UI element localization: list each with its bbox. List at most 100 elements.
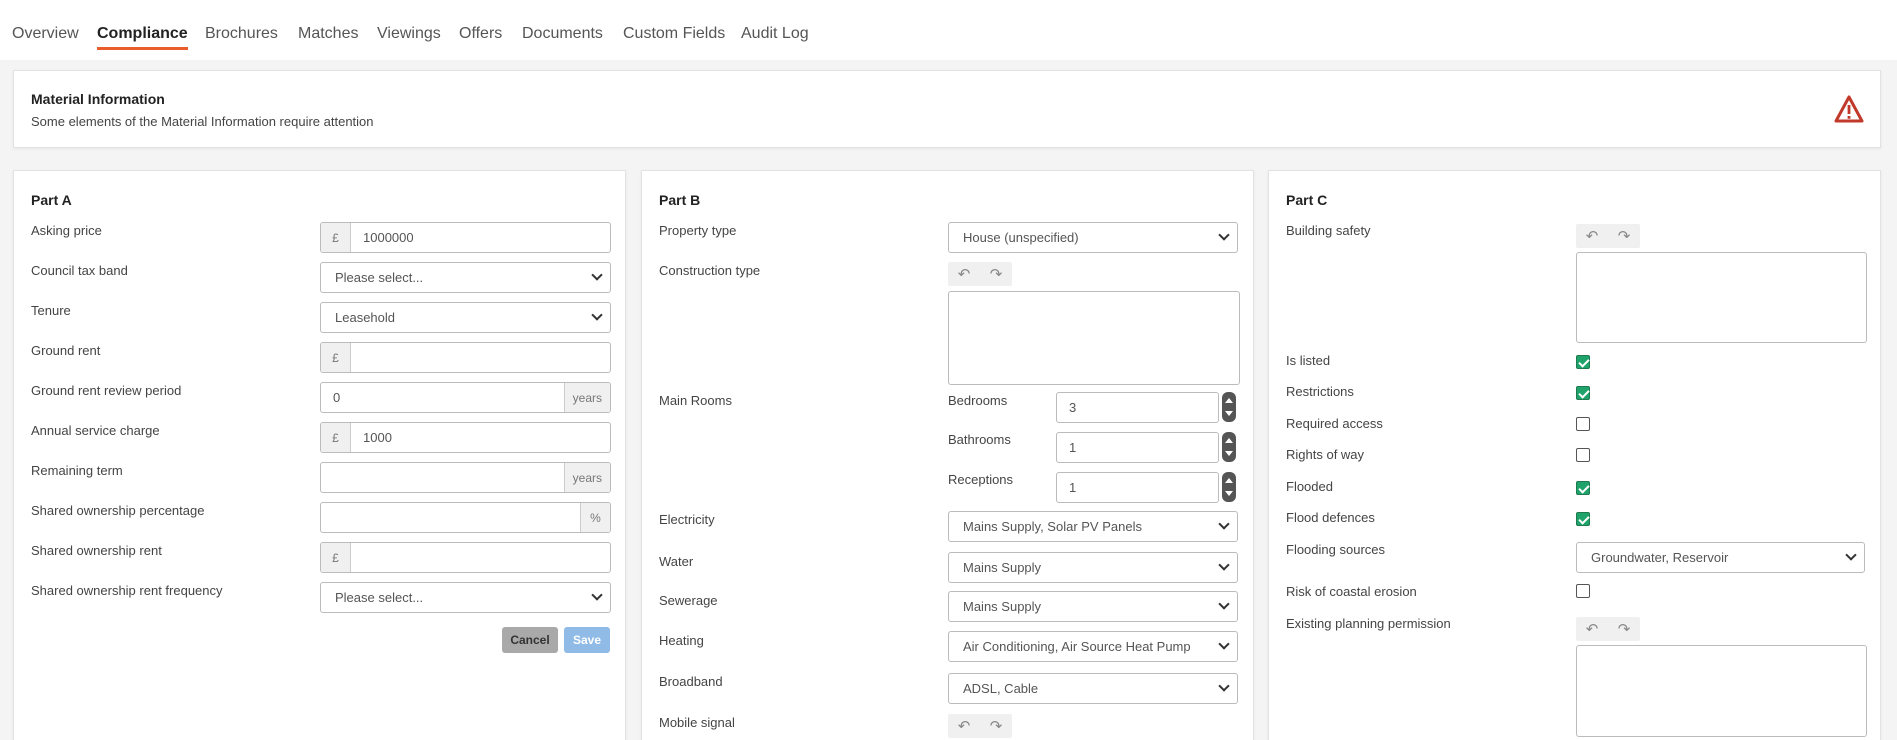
mobile-signal-label: Mobile signal (659, 715, 735, 730)
broadband-select[interactable]: ADSL, Cable (948, 673, 1238, 704)
heating-value: Air Conditioning, Air Source Heat Pump (963, 639, 1191, 654)
chevron-down-icon (1218, 559, 1230, 571)
required-access-checkbox[interactable] (1576, 417, 1590, 431)
existing-planning-permission-label: Existing planning permission (1286, 616, 1451, 631)
shared-ownership-rent-frequency-value: Please select... (335, 590, 424, 605)
existing-planning-permission-textarea[interactable] (1576, 645, 1867, 737)
electricity-select[interactable]: Mains Supply, Solar PV Panels (948, 511, 1238, 542)
undo-icon[interactable]: ↶ (1586, 227, 1599, 245)
warning-triangle-icon (1834, 95, 1864, 123)
shared-ownership-percentage-input[interactable]: % (320, 502, 611, 533)
chevron-down-icon (1218, 229, 1230, 241)
redo-icon[interactable]: ↷ (1618, 227, 1631, 245)
main-rooms-label: Main Rooms (659, 393, 732, 408)
tab-audit-log[interactable]: Audit Log (741, 25, 809, 43)
property-type-select[interactable]: House (unspecified) (948, 222, 1238, 253)
building-safety-textarea[interactable] (1576, 252, 1867, 343)
undo-icon[interactable]: ↶ (958, 265, 971, 283)
building-safety-label: Building safety (1286, 223, 1371, 238)
tab-brochures[interactable]: Brochures (205, 25, 278, 43)
construction-type-textarea[interactable] (948, 291, 1240, 385)
percent-addon: % (580, 503, 610, 532)
redo-icon[interactable]: ↷ (1618, 620, 1631, 638)
ground-rent-review-period-input[interactable]: 0 years (320, 382, 611, 413)
receptions-label: Receptions (948, 472, 1014, 487)
flooding-sources-select[interactable]: Groundwater, Reservoir (1576, 542, 1865, 573)
cancel-button[interactable]: Cancel (502, 627, 558, 653)
material-information-alert: Material Information Some elements of th… (13, 70, 1881, 148)
council-tax-band-value: Please select... (335, 270, 424, 285)
remaining-term-input[interactable]: years (320, 462, 611, 493)
tab-matches[interactable]: Matches (298, 25, 358, 43)
asking-price-value: 1000000 (363, 230, 414, 245)
ground-rent-review-period-label: Ground rent review period (31, 383, 182, 398)
flooding-sources-value: Groundwater, Reservoir (1591, 550, 1729, 565)
years-addon: years (563, 463, 610, 492)
shared-ownership-rent-frequency-select[interactable]: Please select... (320, 582, 611, 613)
water-value: Mains Supply (963, 560, 1042, 575)
tab-custom-fields[interactable]: Custom Fields (623, 25, 725, 43)
required-access-label: Required access (1286, 416, 1383, 431)
rights-of-way-checkbox[interactable] (1576, 448, 1590, 462)
bathrooms-label: Bathrooms (948, 432, 1011, 447)
redo-icon[interactable]: ↷ (990, 717, 1003, 735)
shared-ownership-rent-input[interactable]: £ (320, 542, 611, 573)
restrictions-checkbox[interactable] (1576, 386, 1590, 400)
electricity-label: Electricity (659, 512, 715, 527)
existing-planning-permission-editor-toolbar: ↶ ↷ (1576, 617, 1640, 641)
tenure-value: Leasehold (335, 310, 395, 325)
part-b-title: Part B (659, 192, 701, 208)
heating-select[interactable]: Air Conditioning, Air Source Heat Pump (948, 631, 1238, 662)
flooded-label: Flooded (1286, 479, 1333, 494)
tab-compliance[interactable]: Compliance (97, 25, 188, 50)
electricity-value: Mains Supply, Solar PV Panels (963, 519, 1142, 534)
is-listed-checkbox[interactable] (1576, 355, 1590, 369)
redo-icon[interactable]: ↷ (990, 265, 1003, 283)
broadband-value: ADSL, Cable (963, 681, 1039, 696)
receptions-stepper-icon[interactable] (1222, 472, 1236, 502)
part-a-panel: Part A Asking price £ 1000000 Council ta… (13, 170, 626, 740)
bedrooms-input[interactable]: 3 (1056, 392, 1219, 423)
undo-icon[interactable]: ↶ (958, 717, 971, 735)
ground-rent-label: Ground rent (31, 343, 101, 358)
construction-type-label: Construction type (659, 263, 761, 278)
receptions-input[interactable]: 1 (1056, 472, 1219, 503)
tab-documents[interactable]: Documents (522, 25, 603, 43)
annual-service-charge-value: 1000 (363, 430, 392, 445)
annual-service-charge-input[interactable]: £ 1000 (320, 422, 611, 453)
tenure-select[interactable]: Leasehold (320, 302, 611, 333)
sewerage-label: Sewerage (659, 593, 718, 608)
shared-ownership-rent-label: Shared ownership rent (31, 543, 162, 558)
undo-icon[interactable]: ↶ (1586, 620, 1599, 638)
risk-of-coastal-erosion-label: Risk of coastal erosion (1286, 584, 1417, 599)
tab-viewings[interactable]: Viewings (377, 25, 441, 43)
bedrooms-stepper-icon[interactable] (1222, 392, 1236, 422)
chevron-down-icon (591, 269, 603, 281)
bathrooms-input[interactable]: 1 (1056, 432, 1219, 463)
asking-price-label: Asking price (31, 223, 102, 238)
shared-ownership-percentage-label: Shared ownership percentage (31, 503, 205, 518)
save-button[interactable]: Save (564, 627, 610, 653)
flood-defences-checkbox[interactable] (1576, 512, 1590, 526)
council-tax-band-select[interactable]: Please select... (320, 262, 611, 293)
restrictions-label: Restrictions (1286, 384, 1354, 399)
currency-addon: £ (321, 543, 351, 572)
part-c-panel: Part C Building safety ↶ ↷ Is listed Res… (1268, 170, 1881, 740)
tab-overview[interactable]: Overview (12, 25, 79, 43)
sewerage-select[interactable]: Mains Supply (948, 591, 1238, 622)
annual-service-charge-label: Annual service charge (31, 423, 160, 438)
water-select[interactable]: Mains Supply (948, 552, 1238, 583)
bathrooms-stepper-icon[interactable] (1222, 432, 1236, 462)
part-a-title: Part A (31, 192, 72, 208)
asking-price-input[interactable]: £ 1000000 (320, 222, 611, 253)
tab-offers[interactable]: Offers (459, 25, 502, 43)
risk-of-coastal-erosion-checkbox[interactable] (1576, 584, 1590, 598)
flooded-checkbox[interactable] (1576, 481, 1590, 495)
alert-title: Material Information (31, 91, 165, 107)
years-addon: years (563, 383, 610, 412)
tenure-label: Tenure (31, 303, 71, 318)
ground-rent-input[interactable]: £ (320, 342, 611, 373)
chevron-down-icon (1845, 549, 1857, 561)
council-tax-band-label: Council tax band (31, 263, 128, 278)
bedrooms-value: 3 (1069, 400, 1077, 415)
